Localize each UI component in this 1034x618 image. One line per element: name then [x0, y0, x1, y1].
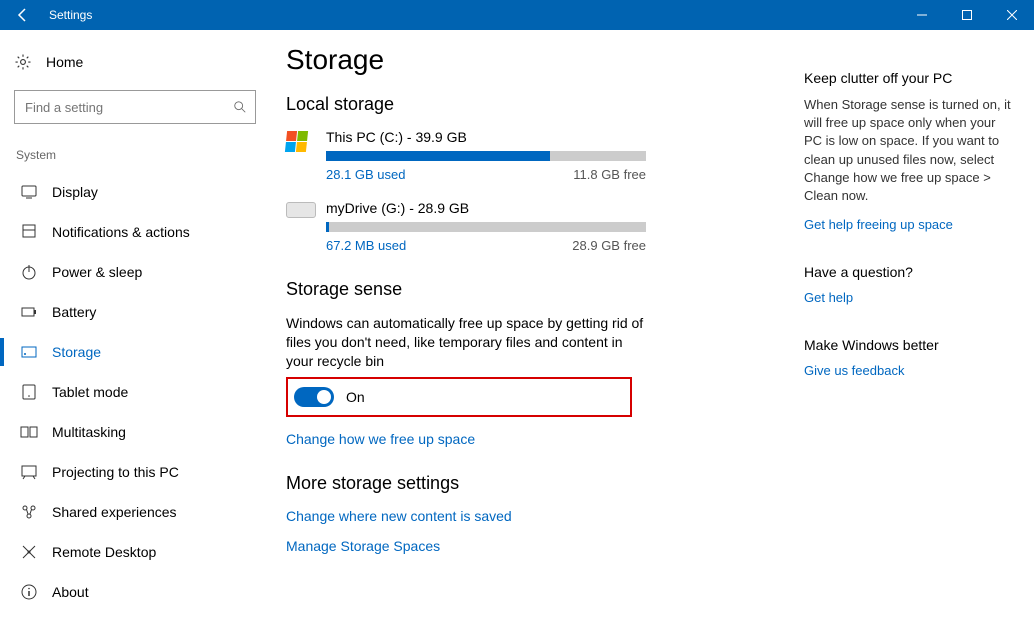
hdd-icon: [286, 202, 316, 218]
sidebar-item-multitasking[interactable]: Multitasking: [14, 412, 256, 452]
search-input[interactable]: [23, 99, 233, 116]
more-storage-section: More storage settings Change where new c…: [286, 473, 788, 554]
drive-used: 67.2 MB used: [326, 238, 406, 253]
storage-sense-description: Windows can automatically free up space …: [286, 314, 646, 371]
storage-sense-heading: Storage sense: [286, 279, 788, 300]
storage-sense-toggle[interactable]: [294, 387, 334, 407]
home-button[interactable]: Home: [14, 48, 256, 76]
sidebar-item-label: Notifications & actions: [52, 224, 190, 240]
sidebar-item-remote-desktop[interactable]: Remote Desktop: [14, 532, 256, 572]
sidebar-item-projecting-to-this-pc[interactable]: Projecting to this PC: [14, 452, 256, 492]
sidebar-item-label: Shared experiences: [52, 504, 177, 520]
change-free-up-link[interactable]: Change how we free up space: [286, 431, 788, 447]
storage-sense-toggle-label: On: [346, 389, 365, 405]
projecting-icon: [20, 463, 38, 481]
drive-name: myDrive (G:) - 28.9 GB: [326, 200, 646, 216]
page-title: Storage: [286, 44, 788, 76]
storage-icon: [20, 343, 38, 361]
main-content: Storage Local storage This PC (C:) - 39.…: [270, 30, 804, 618]
sidebar-item-label: Projecting to this PC: [52, 464, 179, 480]
sidebar-item-power-sleep[interactable]: Power & sleep: [14, 252, 256, 292]
tablet-icon: [20, 383, 38, 401]
sidebar-item-label: Battery: [52, 304, 96, 320]
info-aside: Keep clutter off your PC When Storage se…: [804, 30, 1034, 618]
feedback-link[interactable]: Give us feedback: [804, 363, 1016, 378]
remote-icon: [20, 543, 38, 561]
home-label: Home: [46, 54, 83, 70]
drive-item[interactable]: myDrive (G:) - 28.9 GB 67.2 MB used 28.9 G…: [286, 200, 788, 253]
sidebar-item-notifications-actions[interactable]: Notifications & actions: [14, 212, 256, 252]
sidebar-item-about[interactable]: About: [14, 572, 256, 612]
better-heading: Make Windows better: [804, 337, 1016, 353]
sidebar-item-tablet-mode[interactable]: Tablet mode: [14, 372, 256, 412]
question-heading: Have a question?: [804, 264, 1016, 280]
multitasking-icon: [20, 423, 38, 441]
clutter-text: When Storage sense is turned on, it will…: [804, 96, 1016, 205]
search-icon: [233, 100, 247, 114]
drive-item[interactable]: This PC (C:) - 39.9 GB 28.1 GB used 11.8 G…: [286, 129, 788, 182]
drive-usage-bar: [326, 222, 646, 232]
local-storage-section: Local storage This PC (C:) - 39.9 GB 28.1…: [286, 94, 788, 253]
minimize-button[interactable]: [899, 0, 944, 30]
display-icon: [20, 183, 38, 201]
about-icon: [20, 583, 38, 601]
window-title: Settings: [49, 8, 92, 22]
sidebar-item-battery[interactable]: Battery: [14, 292, 256, 332]
gear-icon: [14, 53, 32, 71]
sidebar-item-label: Storage: [52, 344, 101, 360]
sidebar-item-label: Power & sleep: [52, 264, 142, 280]
more-storage-heading: More storage settings: [286, 473, 788, 494]
sidebar-item-label: Display: [52, 184, 98, 200]
search-box[interactable]: [14, 90, 256, 124]
windows-logo-icon: [285, 131, 327, 152]
battery-icon: [20, 303, 38, 321]
nav-group-label: System: [16, 148, 256, 162]
drive-used: 28.1 GB used: [326, 167, 406, 182]
shared-icon: [20, 503, 38, 521]
manage-storage-spaces-link[interactable]: Manage Storage Spaces: [286, 538, 788, 554]
change-content-saved-link[interactable]: Change where new content is saved: [286, 508, 788, 524]
freeing-space-link[interactable]: Get help freeing up space: [804, 217, 1016, 232]
sidebar-item-label: Multitasking: [52, 424, 126, 440]
titlebar: Settings: [0, 0, 1034, 30]
drive-free: 11.8 GB free: [573, 167, 646, 182]
drive-name: This PC (C:) - 39.9 GB: [326, 129, 646, 145]
sidebar-item-label: About: [52, 584, 89, 600]
sidebar-item-label: Tablet mode: [52, 384, 128, 400]
power-icon: [20, 263, 38, 281]
sidebar-item-storage[interactable]: Storage: [14, 332, 256, 372]
back-button[interactable]: [0, 0, 45, 30]
sidebar: Home System Display Notifications & actio…: [0, 30, 270, 618]
maximize-button[interactable]: [944, 0, 989, 30]
storage-sense-section: Storage sense Windows can automatically …: [286, 279, 788, 447]
sidebar-item-shared-experiences[interactable]: Shared experiences: [14, 492, 256, 532]
storage-sense-toggle-row: On: [286, 377, 632, 417]
get-help-link[interactable]: Get help: [804, 290, 1016, 305]
local-storage-heading: Local storage: [286, 94, 788, 115]
close-button[interactable]: [989, 0, 1034, 30]
drive-free: 28.9 GB free: [572, 238, 646, 253]
notifications-icon: [20, 223, 38, 241]
sidebar-item-display[interactable]: Display: [14, 172, 256, 212]
drive-usage-bar: [326, 151, 646, 161]
clutter-heading: Keep clutter off your PC: [804, 70, 1016, 86]
sidebar-item-label: Remote Desktop: [52, 544, 156, 560]
